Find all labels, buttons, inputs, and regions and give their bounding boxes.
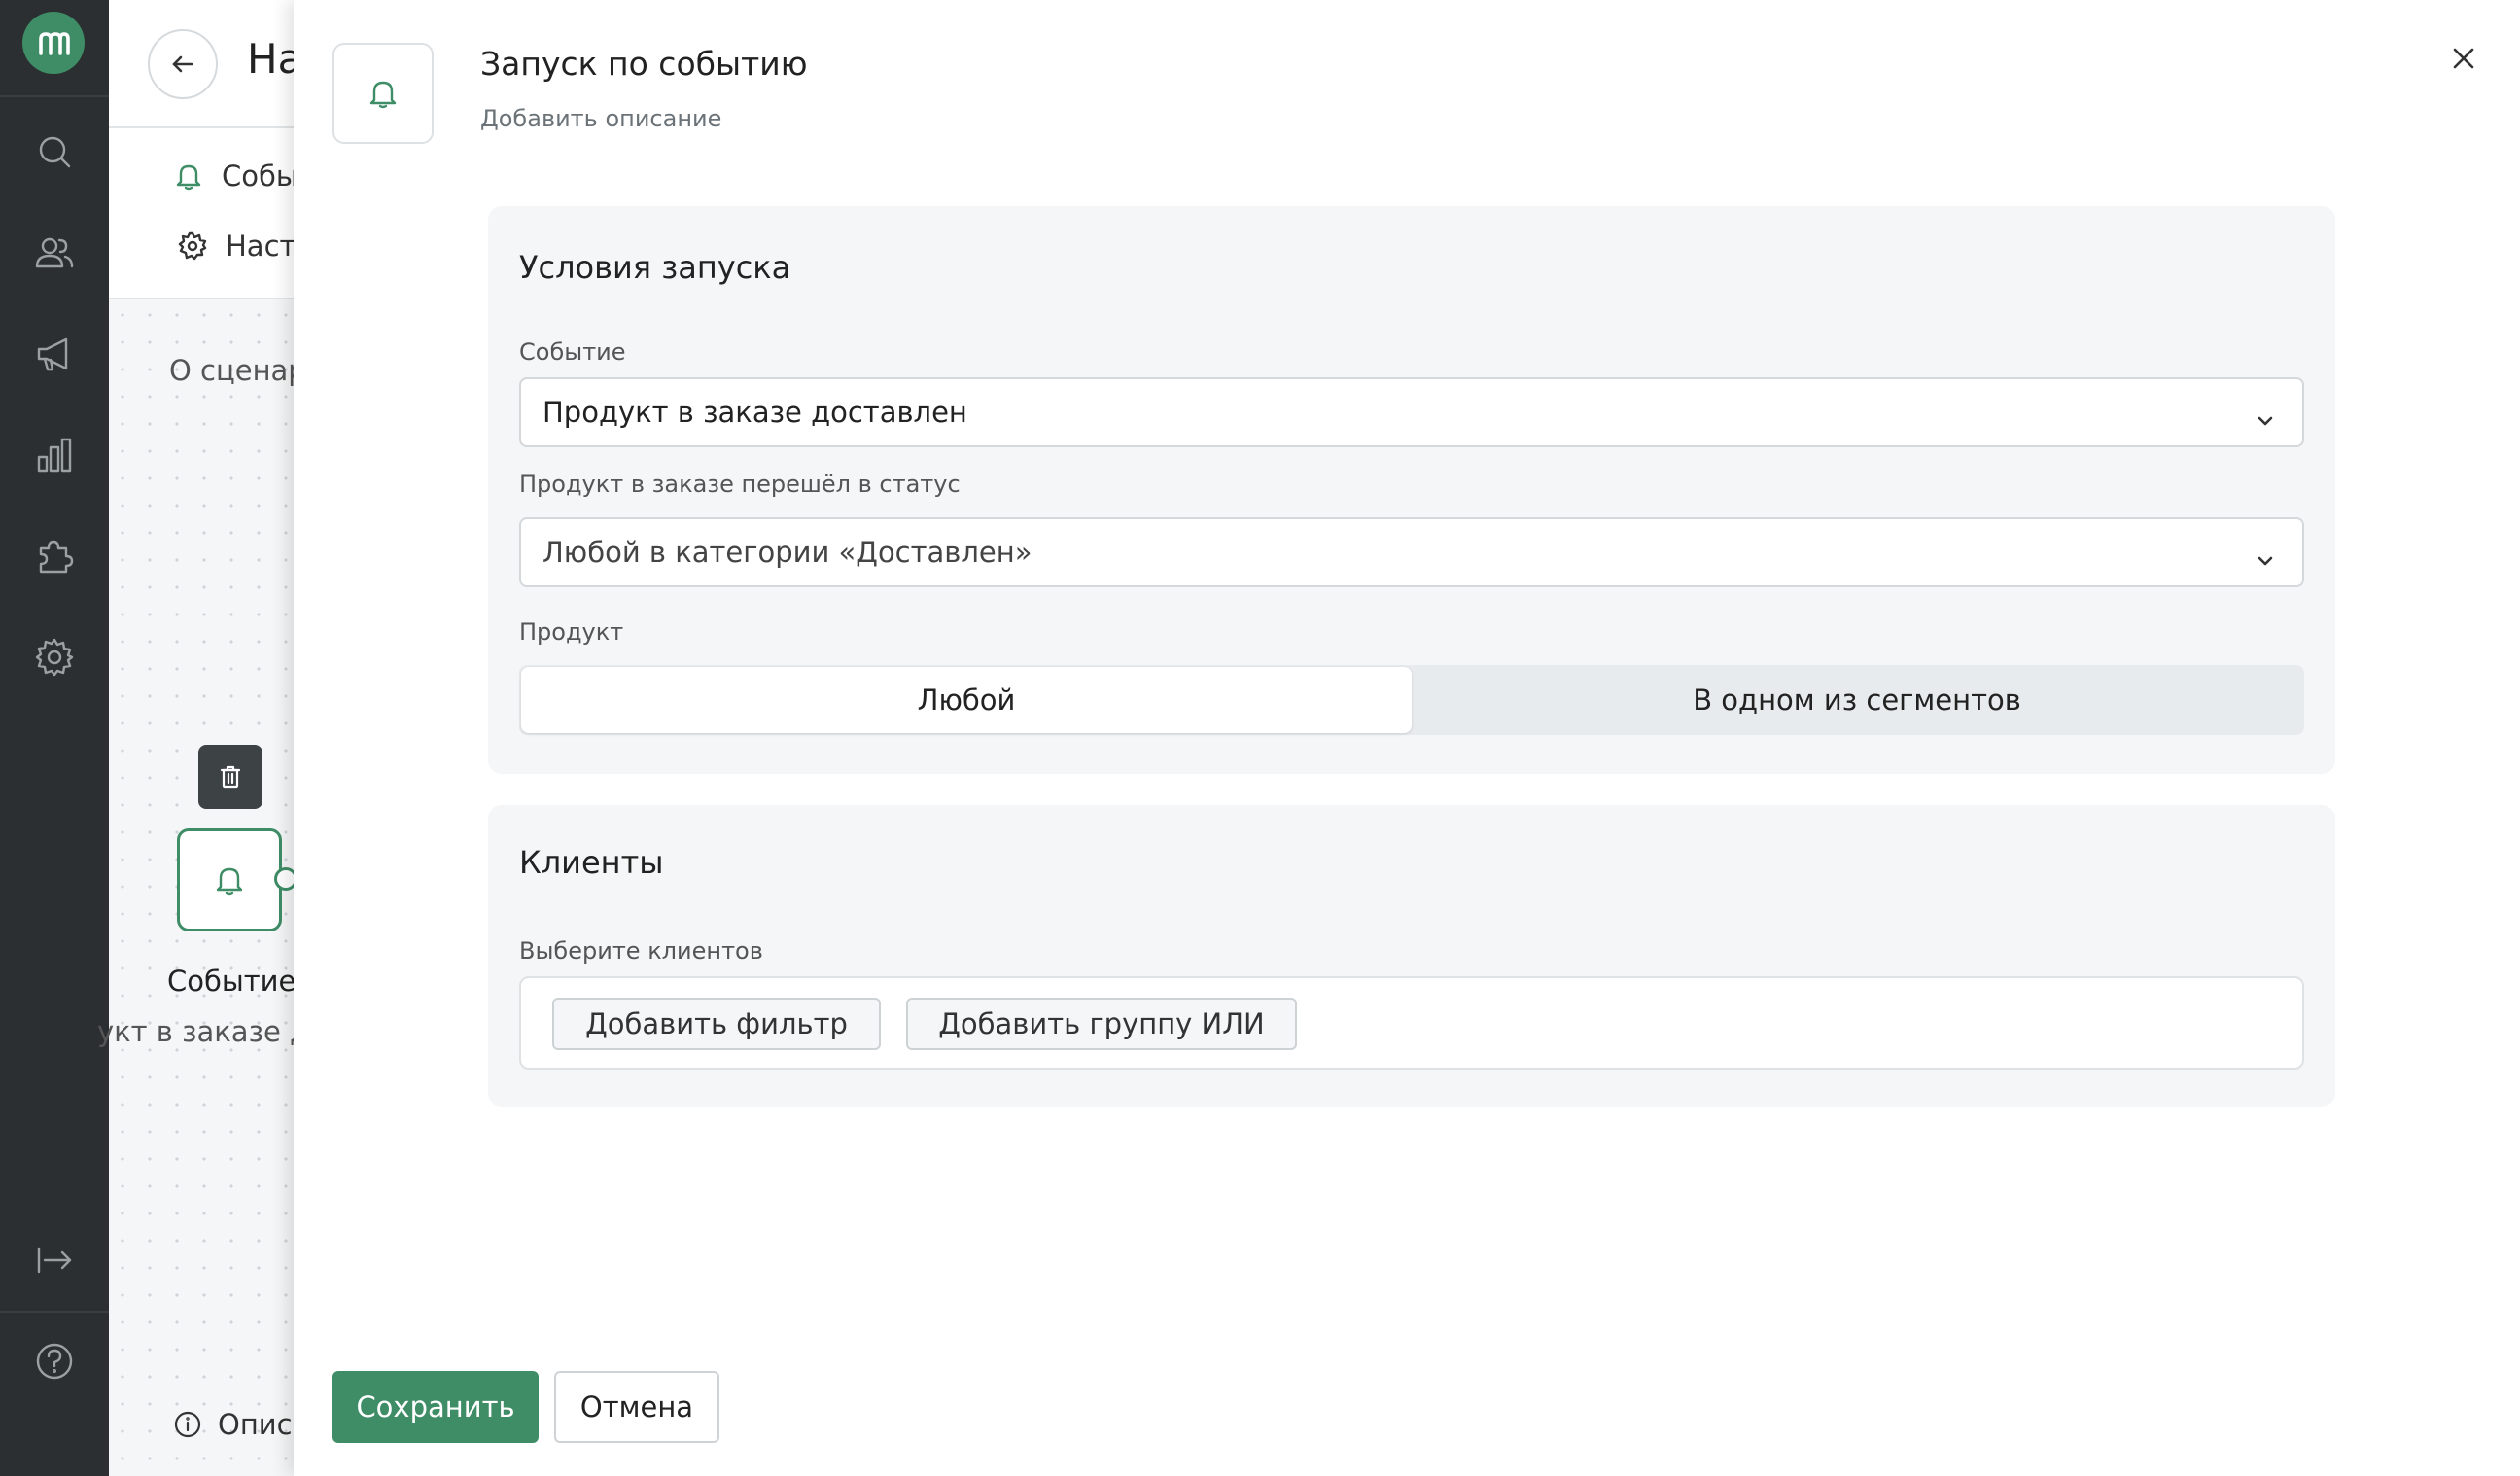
puzzle-icon[interactable] xyxy=(29,531,80,581)
add-description-link[interactable]: Добавить описание xyxy=(480,105,721,132)
select-clients-label: Выберите клиентов xyxy=(519,937,763,965)
product-option-any[interactable]: Любой xyxy=(521,667,1412,733)
collapse-arrow-icon[interactable] xyxy=(29,1235,80,1285)
add-filter-button[interactable]: Добавить фильтр xyxy=(552,998,881,1050)
launch-conditions-heading: Условия запуска xyxy=(519,249,791,286)
node-subtitle: укт в заказе д xyxy=(97,1015,310,1048)
cancel-button[interactable]: Отмена xyxy=(554,1371,719,1443)
rail-divider xyxy=(0,1311,109,1313)
event-node[interactable] xyxy=(177,828,282,931)
status-select-value: Любой в категории «Доставлен» xyxy=(542,536,1032,569)
close-icon xyxy=(2453,48,2474,69)
bell-icon xyxy=(176,164,201,191)
subnav-item-events[interactable]: Собы xyxy=(173,159,298,193)
node-title: Событие xyxy=(167,965,297,998)
help-icon[interactable] xyxy=(29,1336,80,1387)
info-icon xyxy=(174,1411,201,1438)
event-trigger-drawer: Запуск по событию Добавить описание Усло… xyxy=(294,0,2520,1476)
status-label: Продукт в заказе перешёл в статус xyxy=(519,471,961,498)
launch-conditions-card: Условия запуска Событие Продукт в заказе… xyxy=(488,206,2335,774)
left-rail xyxy=(0,0,109,1476)
close-button[interactable] xyxy=(2444,39,2483,78)
bell-icon xyxy=(216,867,243,896)
description-link[interactable]: Описа xyxy=(173,1408,309,1441)
search-icon[interactable] xyxy=(29,126,80,177)
trash-icon xyxy=(220,765,241,789)
bell-icon xyxy=(369,81,397,109)
clients-card: Клиенты Выберите клиентов Добавить фильт… xyxy=(488,805,2335,1107)
back-button[interactable] xyxy=(148,29,218,99)
users-icon[interactable] xyxy=(29,228,80,278)
logo[interactable] xyxy=(22,12,85,74)
delete-node-button[interactable] xyxy=(198,745,262,809)
chevron-down-icon xyxy=(2256,545,2275,566)
product-label: Продукт xyxy=(519,618,624,646)
gear-icon xyxy=(178,231,207,261)
logo-icon xyxy=(39,32,70,55)
chevron-down-icon xyxy=(2256,404,2275,426)
event-select[interactable]: Продукт в заказе доставлен xyxy=(519,377,2304,447)
arrow-left-icon xyxy=(172,55,193,73)
megaphone-icon[interactable] xyxy=(29,329,80,379)
product-segmented-control: Любой В одном из сегментов xyxy=(519,665,2304,735)
about-scenario-label: О сценар xyxy=(169,354,306,387)
event-label: Событие xyxy=(519,338,626,366)
rail-divider xyxy=(0,95,109,97)
clients-heading: Клиенты xyxy=(519,844,664,881)
subnav-item-label: Собы xyxy=(222,159,298,193)
gear-icon[interactable] xyxy=(29,632,80,683)
bar-chart-icon[interactable] xyxy=(29,430,80,480)
add-or-group-button[interactable]: Добавить группу ИЛИ xyxy=(906,998,1297,1050)
product-option-in-segment[interactable]: В одном из сегментов xyxy=(1412,667,2302,733)
drawer-title[interactable]: Запуск по событию xyxy=(480,45,808,83)
event-select-value: Продукт в заказе доставлен xyxy=(542,396,967,429)
client-filters-box: Добавить фильтр Добавить группу ИЛИ xyxy=(519,976,2304,1070)
drawer-header-icon xyxy=(332,43,434,144)
save-button[interactable]: Сохранить xyxy=(332,1371,539,1443)
status-select[interactable]: Любой в категории «Доставлен» xyxy=(519,517,2304,587)
